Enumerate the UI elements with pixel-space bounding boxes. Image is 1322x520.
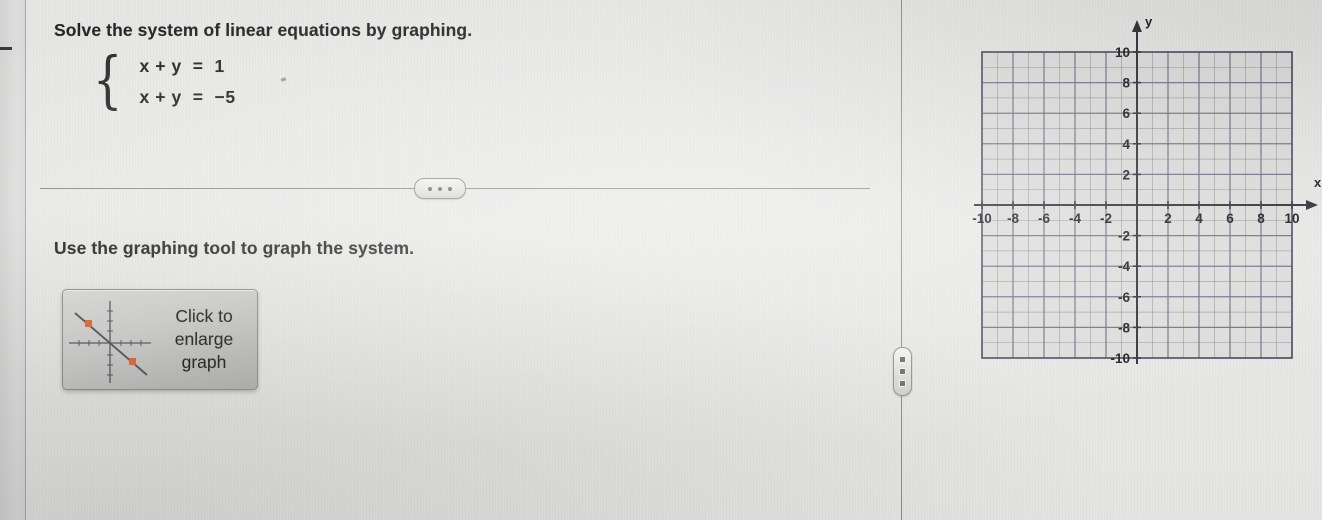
enlarge-button-label: Click to enlarge graph: [174, 306, 234, 372]
y-tick-label: 6: [1122, 106, 1130, 121]
screenshot-root: Solve the system of linear equations by …: [0, 0, 1322, 520]
y-axis-arrow: [1132, 20, 1142, 32]
x-tick-label: -2: [1100, 211, 1112, 226]
click-to-enlarge-graph-button[interactable]: Click to enlarge graph: [62, 289, 258, 390]
brace-symbol: {: [92, 43, 123, 116]
equation-2: x + y = −5: [139, 87, 236, 107]
equation-list: x + y = 1 x + y = −5: [139, 56, 235, 108]
x-tick-label: -10: [972, 211, 992, 226]
y-tick-label: -6: [1118, 290, 1130, 305]
dust-speck: [280, 77, 287, 82]
ellipsis-dot-3: [448, 186, 452, 191]
x-tick-label: 8: [1257, 211, 1265, 226]
x-tick-label: 2: [1164, 211, 1172, 226]
ellipsis-dot-2: [438, 186, 442, 191]
ellipsis-dot-1: [428, 186, 432, 191]
panel-splitter-handle[interactable]: [893, 347, 912, 396]
left-bezel: [0, 0, 26, 520]
graph-thumbnail-icon: [69, 301, 151, 383]
y-axis-label: y: [1145, 14, 1153, 29]
y-tick-label: 2: [1122, 167, 1130, 182]
splitter-dot-2: [899, 368, 906, 375]
left-edge-mark: [0, 47, 12, 50]
y-tick-label: 8: [1122, 76, 1130, 91]
y-tick-label: -2: [1118, 229, 1130, 244]
y-tick-label: -10: [1110, 351, 1130, 366]
equation-1: x + y = 1: [139, 56, 225, 76]
x-tick-label: -6: [1038, 211, 1050, 226]
splitter-dot-1: [899, 356, 906, 363]
instruction-text: Use the graphing tool to graph the syste…: [54, 238, 415, 258]
x-tick-label: -8: [1007, 211, 1019, 226]
coordinate-graph[interactable]: x y -10 -8 -6 -4 -2 2 4 6 8 10 10 8 6 4 2 -2 -4 -6 -8 -10: [940, 0, 1322, 400]
x-tick-label: 4: [1195, 211, 1203, 226]
system-of-equations: { x + y = 1 x + y = −5: [88, 49, 236, 111]
y-tick-label: 4: [1122, 137, 1130, 152]
splitter-dot-3: [899, 380, 906, 387]
x-axis-arrow: [1306, 200, 1318, 210]
more-options-button[interactable]: [414, 178, 466, 199]
x-tick-label: 6: [1226, 211, 1234, 226]
x-tick-label: 10: [1284, 211, 1299, 226]
y-tick-label: -4: [1118, 259, 1130, 274]
y-tick-label: 10: [1115, 45, 1130, 60]
x-axis-label: x: [1314, 175, 1322, 190]
panel-splitter-rule: [901, 0, 902, 520]
y-tick-label: -8: [1118, 320, 1130, 335]
page-title: Solve the system of linear equations by …: [54, 20, 473, 40]
x-tick-label: -4: [1069, 211, 1081, 226]
